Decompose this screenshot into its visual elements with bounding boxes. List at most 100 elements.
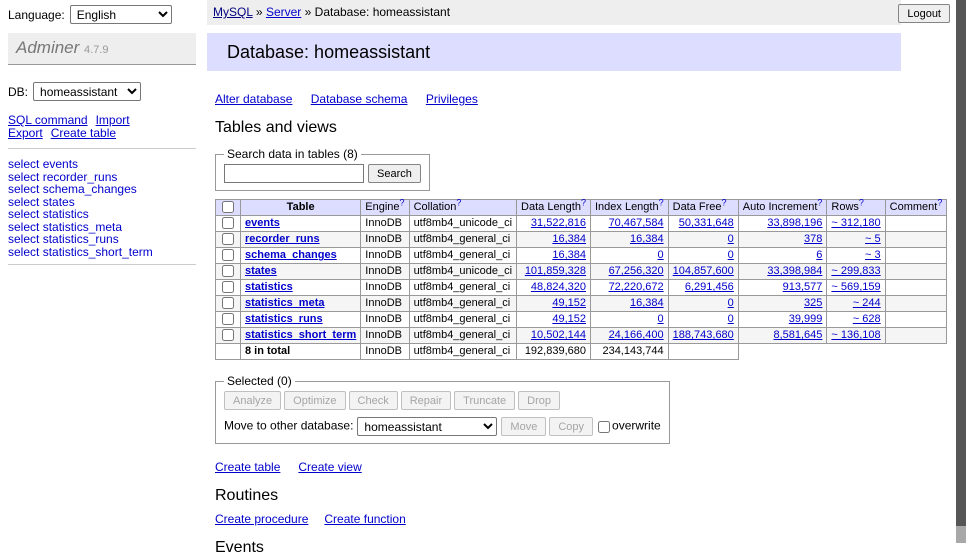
analyze-button[interactable]: Analyze: [224, 391, 281, 410]
table-name-link[interactable]: statistics_meta: [245, 297, 325, 309]
adminer-logo-link[interactable]: Adminer: [16, 38, 79, 57]
rows-link[interactable]: ~ 312,180: [831, 217, 880, 229]
data-free-link[interactable]: 0: [728, 249, 734, 261]
data-free-link[interactable]: 0: [728, 233, 734, 245]
create-table-link[interactable]: Create table: [215, 460, 280, 474]
collation-cell: utf8mb4_general_ci: [409, 312, 516, 328]
row-checkbox[interactable]: [222, 249, 234, 261]
column-help-link[interactable]: ?: [659, 198, 664, 208]
data-length-link[interactable]: 31,522,816: [531, 217, 586, 229]
alter-database-link[interactable]: Alter database: [215, 92, 292, 106]
auto-increment-link[interactable]: 33,398,984: [767, 265, 822, 277]
rows-link[interactable]: ~ 5: [865, 233, 881, 245]
column-help-link[interactable]: ?: [937, 198, 942, 208]
import-link[interactable]: Import: [96, 113, 130, 127]
auto-increment-link[interactable]: 378: [804, 233, 822, 245]
overwrite-checkbox[interactable]: [598, 421, 610, 433]
export-link[interactable]: Export: [8, 126, 43, 140]
data-free-link[interactable]: 0: [728, 313, 734, 325]
optimize-button[interactable]: Optimize: [284, 391, 345, 410]
db-select[interactable]: homeassistant: [33, 82, 141, 101]
logout-button[interactable]: Logout: [898, 4, 950, 23]
table-name-link[interactable]: statistics_runs: [245, 313, 323, 325]
select-table-link[interactable]: select: [8, 245, 39, 259]
index-length-link[interactable]: 0: [658, 313, 664, 325]
auto-increment-link[interactable]: 8,581,645: [773, 329, 822, 341]
column-help-link[interactable]: ?: [817, 198, 822, 208]
data-free-link[interactable]: 0: [728, 297, 734, 309]
repair-button[interactable]: Repair: [401, 391, 451, 410]
table-name-link[interactable]: statistics_short_term: [245, 329, 356, 341]
sidebar-table-name-link[interactable]: statistics_short_term: [43, 245, 153, 259]
data-free-link[interactable]: 6,291,456: [685, 281, 734, 293]
copy-button[interactable]: Copy: [549, 417, 593, 436]
row-checkbox[interactable]: [222, 313, 234, 325]
privileges-link[interactable]: Privileges: [426, 92, 478, 106]
sql-command-link[interactable]: SQL command: [8, 113, 88, 127]
column-help-link[interactable]: ?: [400, 198, 405, 208]
row-checkbox[interactable]: [222, 281, 234, 293]
index-length-link[interactable]: 16,384: [630, 233, 664, 245]
row-checkbox[interactable]: [222, 297, 234, 309]
check-button[interactable]: Check: [349, 391, 398, 410]
data-length-link[interactable]: 49,152: [552, 313, 586, 325]
index-length-link[interactable]: 0: [658, 249, 664, 261]
row-checkbox[interactable]: [222, 265, 234, 277]
create-function-link[interactable]: Create function: [324, 512, 405, 526]
table-name-link[interactable]: schema_changes: [245, 249, 337, 261]
language-select[interactable]: English: [70, 5, 172, 24]
move-button[interactable]: Move: [501, 417, 546, 436]
index-length-link[interactable]: 72,220,672: [609, 281, 664, 293]
truncate-button[interactable]: Truncate: [454, 391, 515, 410]
search-input[interactable]: [224, 164, 364, 183]
data-length-link[interactable]: 48,824,320: [531, 281, 586, 293]
data-length-link[interactable]: 16,384: [552, 249, 586, 261]
table-name-link[interactable]: events: [245, 217, 280, 229]
rows-link[interactable]: ~ 3: [865, 249, 881, 261]
table-name-link[interactable]: states: [245, 265, 277, 277]
data-length-link[interactable]: 10,502,144: [531, 329, 586, 341]
rows-link[interactable]: ~ 136,108: [831, 329, 880, 341]
rows-link[interactable]: ~ 299,833: [831, 265, 880, 277]
auto-increment-link[interactable]: 6: [816, 249, 822, 261]
row-checkbox[interactable]: [222, 329, 234, 341]
rows-link[interactable]: ~ 244: [853, 297, 881, 309]
scrollbar[interactable]: [956, 0, 966, 543]
search-button[interactable]: Search: [368, 164, 421, 183]
index-length-link[interactable]: 16,384: [630, 297, 664, 309]
auto-increment-link[interactable]: 325: [804, 297, 822, 309]
database-schema-link[interactable]: Database schema: [311, 92, 408, 106]
row-checkbox[interactable]: [222, 217, 234, 229]
auto-increment-link[interactable]: 39,999: [789, 313, 823, 325]
scrollbar-thumb[interactable]: [956, 0, 966, 526]
column-help-link[interactable]: ?: [581, 198, 586, 208]
index-length-link[interactable]: 24,166,400: [609, 329, 664, 341]
auto-increment-link[interactable]: 33,898,196: [767, 217, 822, 229]
move-db-select[interactable]: homeassistant: [357, 417, 497, 436]
rows-link[interactable]: ~ 569,159: [831, 281, 880, 293]
row-checkbox[interactable]: [222, 233, 234, 245]
create-procedure-link[interactable]: Create procedure: [215, 512, 308, 526]
create-table-sidebar-link[interactable]: Create table: [51, 126, 116, 140]
create-view-link[interactable]: Create view: [298, 460, 361, 474]
engine-cell: InnoDB: [361, 328, 409, 344]
column-help-link[interactable]: ?: [456, 198, 461, 208]
data-free-link[interactable]: 50,331,648: [679, 217, 734, 229]
index-length-link[interactable]: 70,467,584: [609, 217, 664, 229]
select-all-checkbox[interactable]: [222, 201, 234, 213]
table-name-link[interactable]: recorder_runs: [245, 233, 320, 245]
breadcrumb-mysql-link[interactable]: MySQL: [213, 5, 253, 19]
auto-increment-link[interactable]: 913,577: [783, 281, 823, 293]
data-length-link[interactable]: 101,859,328: [525, 265, 586, 277]
rows-link[interactable]: ~ 628: [853, 313, 881, 325]
data-free-link[interactable]: 104,857,600: [673, 265, 734, 277]
data-length-link[interactable]: 16,384: [552, 233, 586, 245]
data-length-link[interactable]: 49,152: [552, 297, 586, 309]
data-free-link[interactable]: 188,743,680: [673, 329, 734, 341]
column-help-link[interactable]: ?: [859, 198, 864, 208]
breadcrumb-server-link[interactable]: Server: [266, 5, 301, 19]
column-help-link[interactable]: ?: [722, 198, 727, 208]
table-name-link[interactable]: statistics: [245, 281, 293, 293]
drop-button[interactable]: Drop: [518, 391, 560, 410]
index-length-link[interactable]: 67,256,320: [609, 265, 664, 277]
